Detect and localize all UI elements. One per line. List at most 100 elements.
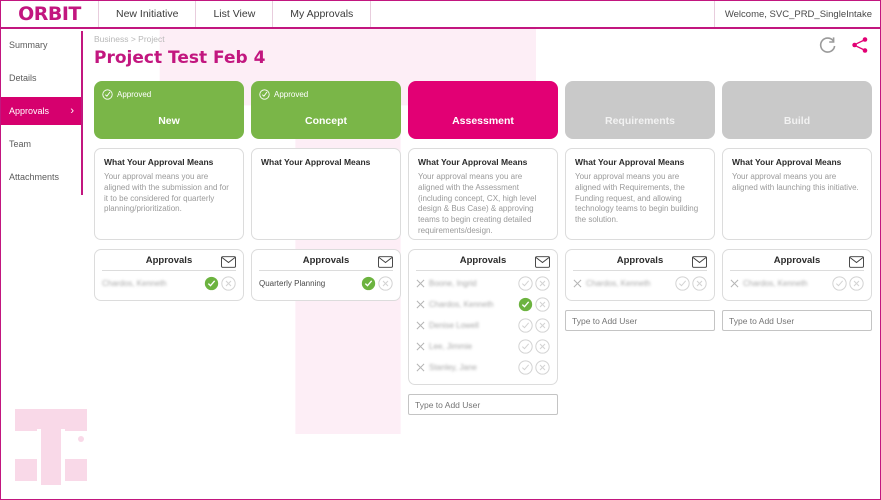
- approvals-box: Approvals Boone, Ingrid: [408, 249, 558, 385]
- approvals-header: Approvals: [259, 255, 393, 271]
- sidebar-item-label: Summary: [9, 40, 48, 50]
- stage-card-concept[interactable]: Approved Concept: [251, 81, 401, 139]
- mail-icon[interactable]: [221, 255, 236, 273]
- nav-label: My Approvals: [290, 8, 353, 20]
- approve-checked-icon[interactable]: [361, 276, 376, 291]
- reject-empty-icon[interactable]: [221, 276, 236, 291]
- stage-card-new[interactable]: Approved New: [94, 81, 244, 139]
- nav-item-new-initiative[interactable]: New Initiative: [99, 1, 196, 27]
- approval-means-title: What Your Approval Means: [418, 157, 548, 167]
- stage-badge-label: Approved: [117, 90, 151, 99]
- nav-label: New Initiative: [116, 8, 178, 20]
- approver-actions: [204, 276, 236, 291]
- approver-row: Denise Lowell: [416, 315, 550, 336]
- approver-row: Quarterly Planning: [259, 273, 393, 294]
- reject-empty-icon[interactable]: [535, 276, 550, 291]
- left-sidebar: Summary Details Approvals › Team Attachm…: [1, 31, 83, 195]
- stage-name-label: Build: [784, 115, 810, 127]
- approver-name: Stanley, Jane: [429, 363, 514, 372]
- stage-name-label: Concept: [305, 115, 347, 127]
- approval-means-card: What Your Approval Means Your approval m…: [408, 148, 558, 240]
- approvals-title: Approvals: [460, 255, 506, 266]
- approve-checked-icon[interactable]: [518, 297, 533, 312]
- approver-row: Chardos, Kenneth: [573, 273, 707, 294]
- reject-empty-icon[interactable]: [692, 276, 707, 291]
- orbit-logo[interactable]: ORBIT: [1, 1, 99, 27]
- add-user-input[interactable]: [408, 394, 558, 415]
- add-user-input[interactable]: [722, 310, 872, 331]
- check-circle-icon: [259, 89, 270, 100]
- stage-card-build[interactable]: Build: [722, 81, 872, 139]
- stage-column-requirements: Requirements What Your Approval Means Yo…: [565, 81, 715, 415]
- stage-name-label: New: [158, 115, 180, 127]
- add-user-input[interactable]: [565, 310, 715, 331]
- stage-card-requirements[interactable]: Requirements: [565, 81, 715, 139]
- reject-empty-icon[interactable]: [535, 339, 550, 354]
- sidebar-item-approvals[interactable]: Approvals ›: [1, 97, 81, 125]
- nav-item-list-view[interactable]: List View: [196, 1, 273, 27]
- nav-item-my-approvals[interactable]: My Approvals: [273, 1, 371, 27]
- approval-means-card: What Your Approval Means Your approval m…: [565, 148, 715, 240]
- approver-name: Chardos, Kenneth: [586, 279, 671, 288]
- approver-actions: [675, 276, 707, 291]
- approve-empty-icon[interactable]: [518, 360, 533, 375]
- approve-empty-icon[interactable]: [518, 318, 533, 333]
- approver-name: Quarterly Planning: [259, 279, 357, 288]
- approver-name: Boone, Ingrid: [429, 279, 514, 288]
- stage-column-new: Approved New What Your Approval Means Yo…: [94, 81, 244, 415]
- approval-means-card: What Your Approval Means Your approval m…: [94, 148, 244, 240]
- approvals-box: Approvals Quarterly Planning: [251, 249, 401, 301]
- mail-icon[interactable]: [535, 255, 550, 273]
- share-icon[interactable]: [850, 35, 870, 55]
- check-circle-icon: [102, 89, 113, 100]
- page-title: Project Test Feb 4: [94, 48, 265, 68]
- chevron-right-icon: ›: [70, 105, 74, 117]
- sidebar-item-details[interactable]: Details: [1, 64, 81, 92]
- breadcrumb[interactable]: Business > Project: [94, 34, 265, 44]
- approve-empty-icon[interactable]: [832, 276, 847, 291]
- page-header: Business > Project Project Test Feb 4: [94, 34, 265, 68]
- approval-means-title: What Your Approval Means: [104, 157, 234, 167]
- reject-empty-icon[interactable]: [535, 297, 550, 312]
- mail-icon[interactable]: [378, 255, 393, 273]
- approver-name: Chardos, Kenneth: [102, 279, 200, 288]
- sidebar-item-summary[interactable]: Summary: [1, 31, 81, 59]
- approver-actions: [518, 276, 550, 291]
- reject-empty-icon[interactable]: [849, 276, 864, 291]
- approve-empty-icon[interactable]: [675, 276, 690, 291]
- sidebar-item-label: Attachments: [9, 172, 59, 182]
- remove-approver-icon[interactable]: [416, 363, 425, 372]
- remove-approver-icon[interactable]: [416, 342, 425, 351]
- stage-badge-label: Approved: [274, 90, 308, 99]
- stage-column-assessment: Assessment What Your Approval Means Your…: [408, 81, 558, 415]
- approver-actions: [518, 318, 550, 333]
- remove-approver-icon[interactable]: [416, 279, 425, 288]
- approver-row: Chardos, Kenneth: [102, 273, 236, 294]
- approvals-title: Approvals: [303, 255, 349, 266]
- stage-card-assessment[interactable]: Assessment: [408, 81, 558, 139]
- approve-empty-icon[interactable]: [518, 339, 533, 354]
- remove-approver-icon[interactable]: [730, 279, 739, 288]
- approver-actions: [518, 297, 550, 312]
- approvals-box: Approvals Chardos, Kenneth: [722, 249, 872, 301]
- reject-empty-icon[interactable]: [535, 360, 550, 375]
- mail-icon[interactable]: [849, 255, 864, 273]
- sidebar-item-team[interactable]: Team: [1, 130, 81, 158]
- refresh-icon[interactable]: [818, 35, 838, 55]
- remove-approver-icon[interactable]: [416, 321, 425, 330]
- approvals-header: Approvals: [416, 255, 550, 271]
- reject-empty-icon[interactable]: [378, 276, 393, 291]
- sidebar-item-label: Team: [9, 139, 31, 149]
- approve-empty-icon[interactable]: [518, 276, 533, 291]
- approver-name: Denise Lowell: [429, 321, 514, 330]
- approve-checked-icon[interactable]: [204, 276, 219, 291]
- approver-row: Chardos, Kenneth: [416, 294, 550, 315]
- approver-row: Lee, Jimmie: [416, 336, 550, 357]
- remove-approver-icon[interactable]: [573, 279, 582, 288]
- sidebar-item-attachments[interactable]: Attachments: [1, 163, 81, 191]
- reject-empty-icon[interactable]: [535, 318, 550, 333]
- mail-icon[interactable]: [692, 255, 707, 273]
- remove-approver-icon[interactable]: [416, 300, 425, 309]
- approval-means-body: Your approval means you are aligned with…: [418, 172, 548, 237]
- nav-spacer: [371, 1, 715, 27]
